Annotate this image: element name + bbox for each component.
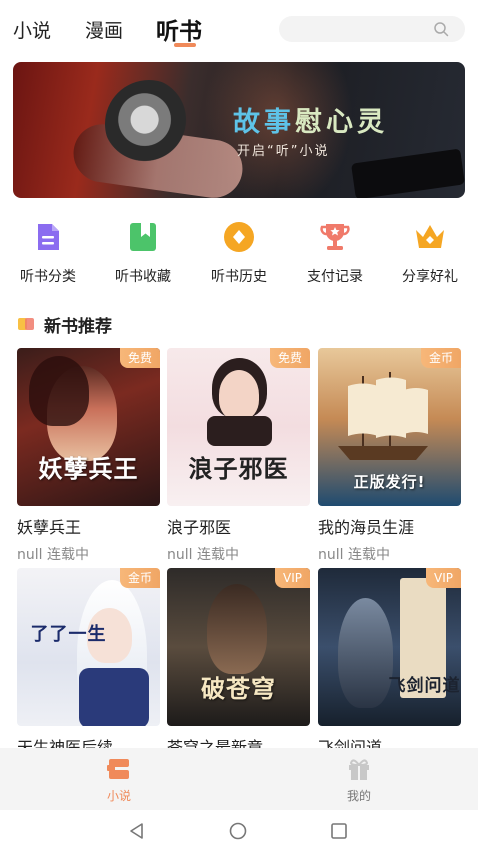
system-navigation-bar <box>0 810 478 850</box>
banner-phone-graphic <box>351 148 465 198</box>
book-badge: VIP <box>426 568 461 588</box>
book-cover[interactable]: 金币 了了一生 <box>17 568 160 726</box>
back-icon[interactable] <box>128 822 146 840</box>
book-card[interactable]: 免费 浪子邪医 浪子邪医 null 连载中 <box>167 348 310 564</box>
book-cover[interactable]: 免费 浪子邪医 <box>167 348 310 506</box>
nav-label: 我的 <box>346 789 371 803</box>
menu-item-favorites[interactable]: 听书收藏 <box>98 212 188 286</box>
active-tab-indicator <box>174 43 196 47</box>
book-card[interactable]: 金币 正版发行! 我的海员生涯 null 连载中 <box>318 348 461 564</box>
cover-title: 了了一生 <box>30 624 107 645</box>
banner-headline-part2: 慰心灵 <box>295 107 388 138</box>
book-status: null 连载中 <box>318 547 390 563</box>
recents-icon[interactable] <box>330 822 348 840</box>
cover-title: 飞剑问道 <box>388 676 461 696</box>
home-icon[interactable] <box>229 822 247 840</box>
tab-novel[interactable]: 小说 <box>13 16 51 43</box>
book-title[interactable]: 妖孽兵王 <box>17 514 160 538</box>
menu-label: 听书历史 <box>211 269 267 285</box>
book-cover[interactable]: VIP 飞剑问道 <box>318 568 461 726</box>
book-title[interactable]: 浪子邪医 <box>167 514 310 538</box>
book-card[interactable]: VIP 破苍穹 苍穹之最新章 <box>167 568 310 758</box>
book-badge: VIP <box>275 568 310 588</box>
menu-item-history[interactable]: 听书历史 <box>194 212 284 286</box>
menu-item-share-gift[interactable]: 分享好礼 <box>385 212 475 286</box>
bookmark-icon <box>126 220 160 254</box>
book-card[interactable]: 免费 妖孽兵王 妖孽兵王 null 连载中 <box>17 348 160 564</box>
menu-label: 支付记录 <box>307 269 363 285</box>
book-stack-icon <box>106 756 132 782</box>
menu-label: 听书分类 <box>20 269 76 285</box>
search-icon[interactable] <box>433 21 449 37</box>
nav-label: 小说 <box>106 789 131 803</box>
book-cover[interactable]: 金币 正版发行! <box>318 348 461 506</box>
menu-label: 分享好礼 <box>402 269 458 285</box>
cover-title: 破苍穹 <box>201 675 276 703</box>
banner-headline: 故事慰心灵 <box>233 100 388 139</box>
gift-icon <box>346 756 372 782</box>
cover-title: 浪子邪医 <box>188 455 289 483</box>
book-badge: 金币 <box>420 348 461 368</box>
book-title[interactable]: 我的海员生涯 <box>318 514 461 538</box>
category-icon <box>31 220 65 254</box>
menu-label: 听书收藏 <box>115 269 171 285</box>
top-tab-bar: 小说 漫画 听书 <box>0 0 478 56</box>
trophy-icon <box>318 220 352 254</box>
search-input[interactable] <box>279 16 465 42</box>
book-card[interactable]: VIP 飞剑问道 飞剑问道 <box>318 568 461 758</box>
book-status: null 连载中 <box>167 547 239 563</box>
ship-graphic <box>338 372 428 460</box>
quick-menu: 听书分类 听书收藏 听书历史 支付记录 分享好礼 <box>0 212 478 292</box>
book-badge: 免费 <box>269 348 310 368</box>
menu-item-payment-records[interactable]: 支付记录 <box>290 212 380 286</box>
tab-comic[interactable]: 漫画 <box>85 16 123 43</box>
book-card[interactable]: 金币 了了一生 天生神医后续 <box>17 568 160 758</box>
banner-headline-part1: 故事 <box>233 107 295 138</box>
tab-audiobook[interactable]: 听书 <box>156 12 202 46</box>
history-icon <box>222 220 256 254</box>
book-badge: 免费 <box>119 348 160 368</box>
nav-item-novel[interactable]: 小说 <box>69 756 169 804</box>
banner-subline: 开启“听”小说 <box>237 144 330 159</box>
book-badge: 金币 <box>119 568 160 588</box>
section-title: 新书推荐 <box>44 317 112 337</box>
menu-item-category[interactable]: 听书分类 <box>3 212 93 286</box>
book-status: null 连载中 <box>17 547 89 563</box>
book-cover[interactable]: 免费 妖孽兵王 <box>17 348 160 506</box>
promo-banner[interactable]: 故事慰心灵 开启“听”小说 <box>13 62 465 198</box>
section-book-icon <box>18 318 34 330</box>
headphone-icon <box>105 80 193 168</box>
cover-title: 正版发行! <box>353 473 426 491</box>
bottom-navigation: 小说 我的 <box>0 748 478 810</box>
cover-title: 妖孽兵王 <box>38 455 139 483</box>
crown-icon <box>413 220 447 254</box>
nav-item-mine[interactable]: 我的 <box>309 756 409 804</box>
book-cover[interactable]: VIP 破苍穹 <box>167 568 310 726</box>
